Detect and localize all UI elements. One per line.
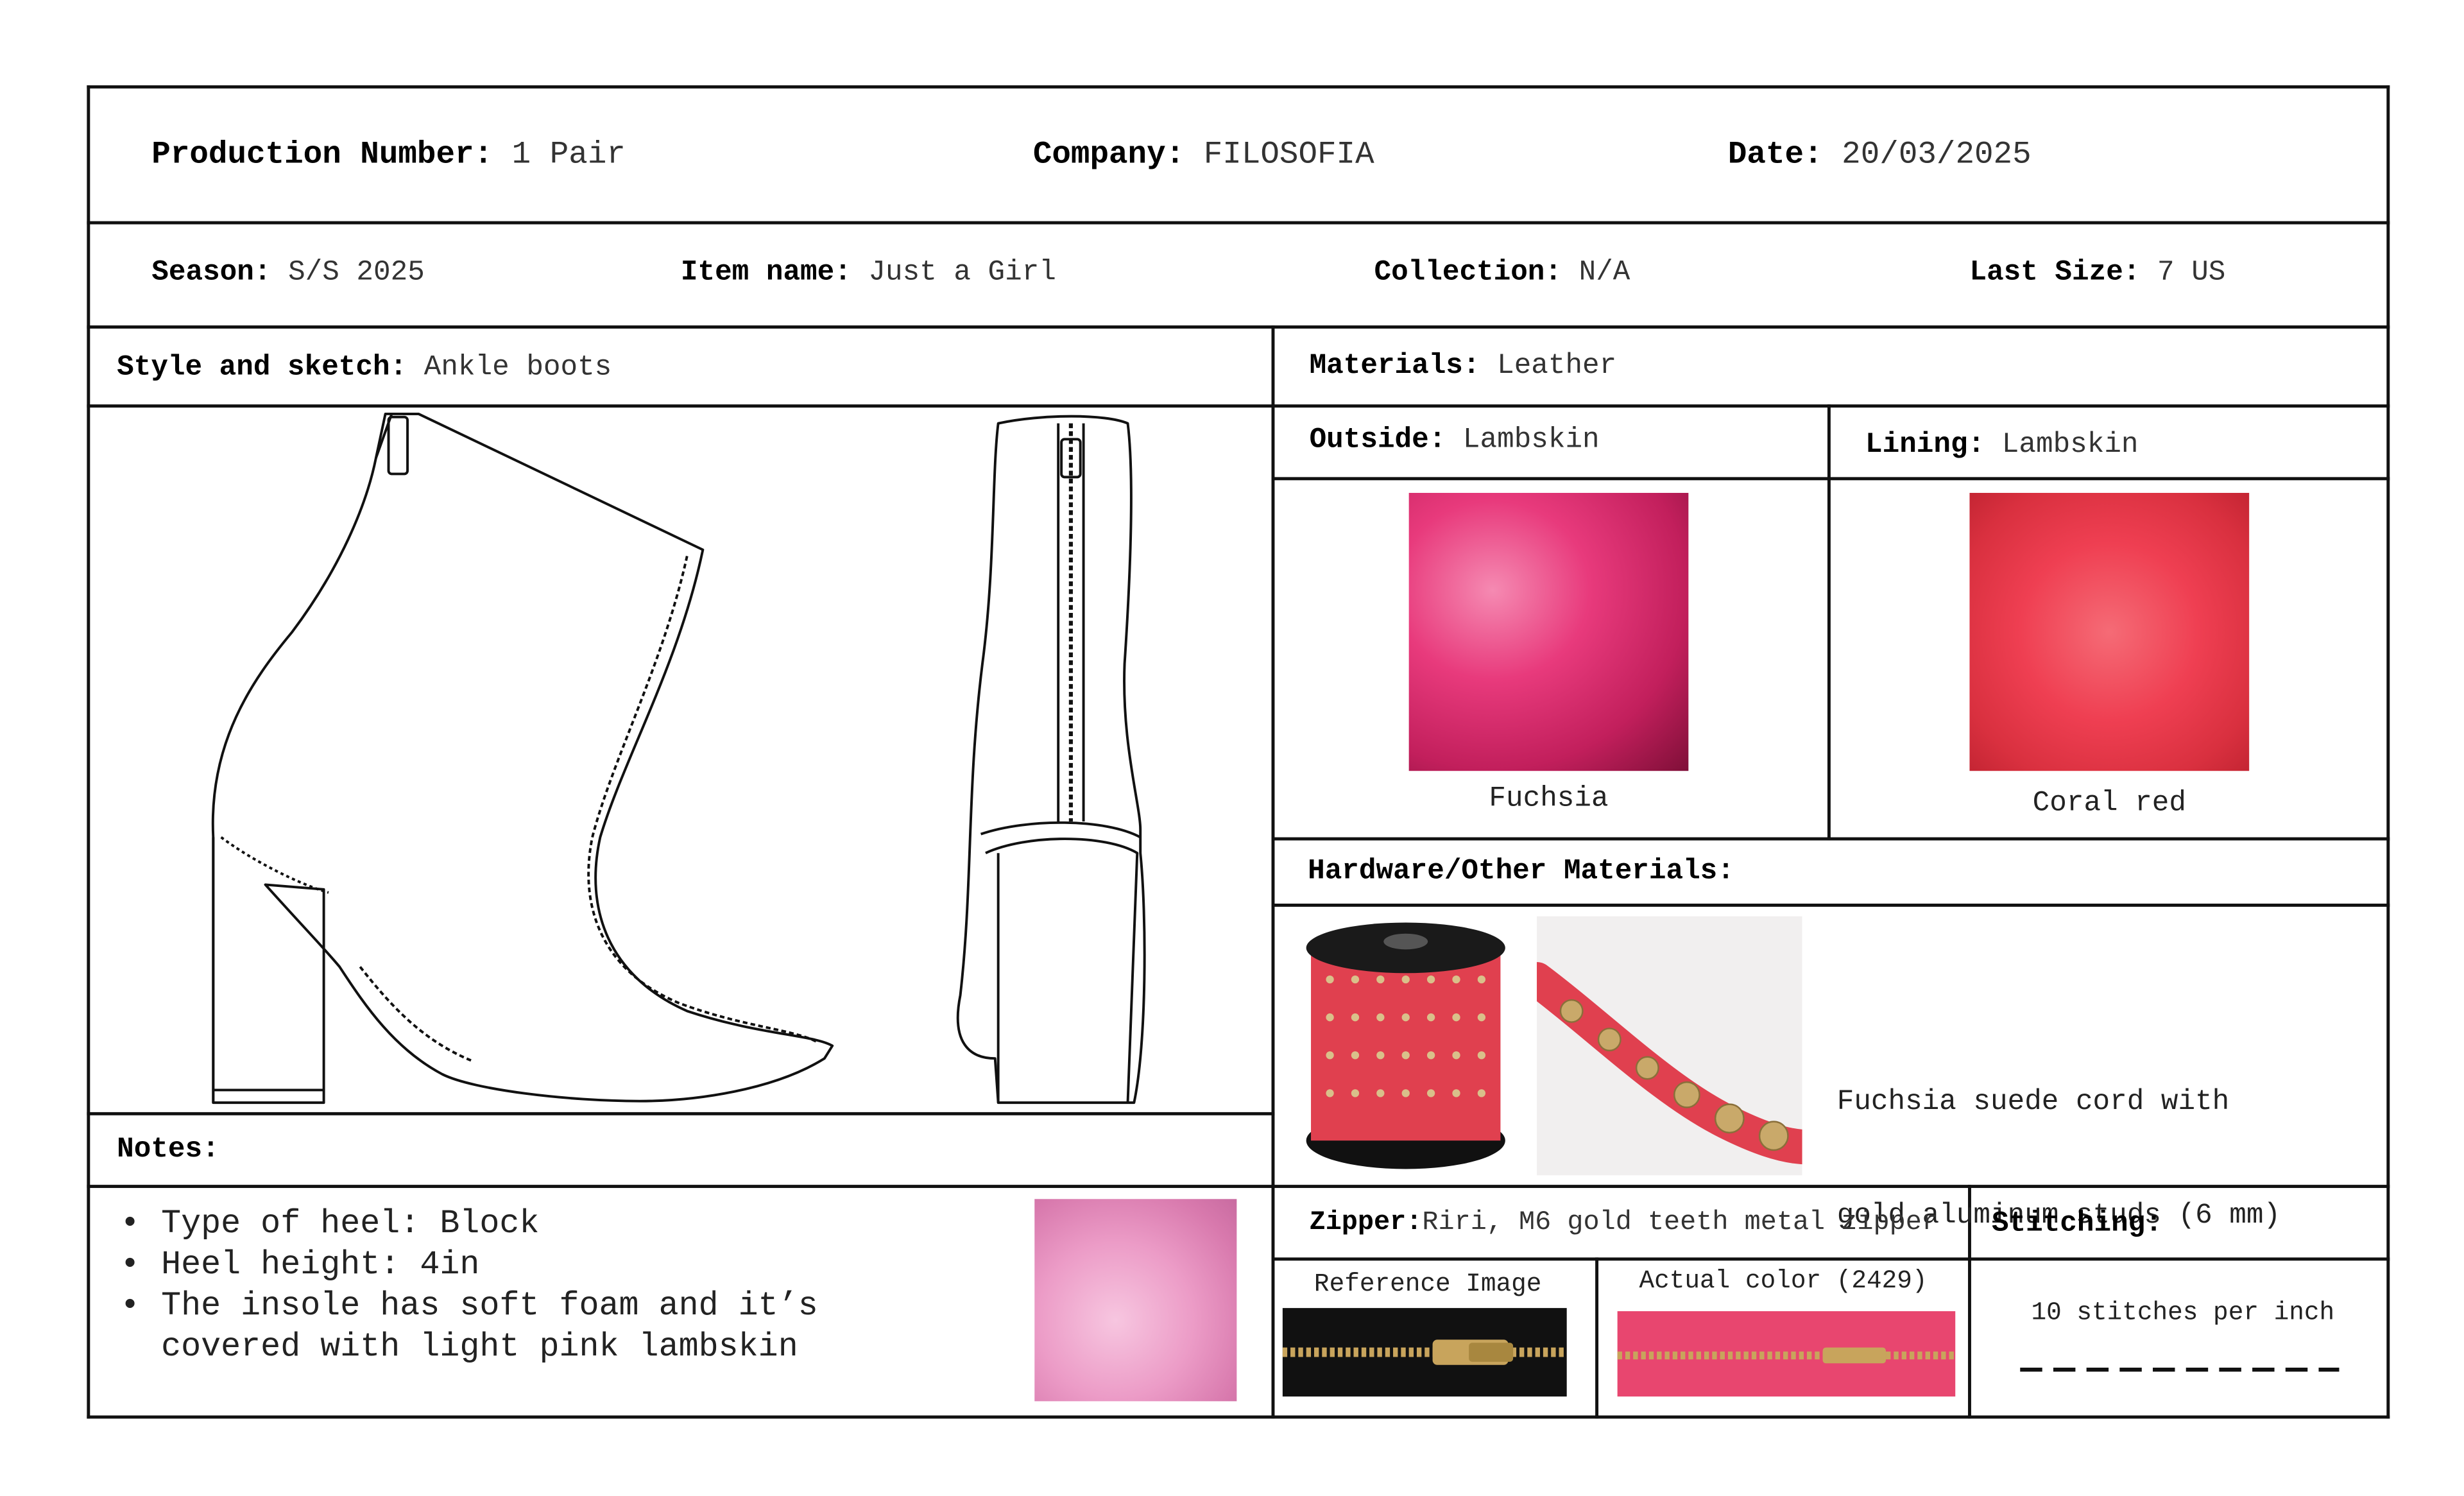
company-label: Company: xyxy=(1032,137,1185,174)
materials-value: Leather xyxy=(1497,350,1617,383)
border-right xyxy=(2386,85,2390,1419)
item-name-field: Item name: Just a Girl xyxy=(681,259,1056,288)
divider-hardware-label xyxy=(1271,903,2390,907)
stitching-value: 10 stitches per inch xyxy=(2031,1298,2335,1327)
outside-value: Lambskin xyxy=(1462,425,1600,457)
studded-cord-spool-image xyxy=(1306,922,1505,1169)
boot-sketch xyxy=(211,412,1146,1105)
note-heel-height: Heel height: 4in xyxy=(117,1246,818,1287)
last-size-label: Last Size: xyxy=(1969,257,2141,289)
divider-header xyxy=(87,221,2390,225)
lining-value: Lambskin xyxy=(2001,429,2139,461)
lining-leather-swatch xyxy=(1969,492,2250,771)
note-insole: The insole has soft foam and it’s covere… xyxy=(117,1287,818,1370)
item-name-label: Item name: xyxy=(680,257,851,289)
company-field: Company: FILOSOFIA xyxy=(1033,140,1374,172)
hardware-description: Fuchsia suede cord with gold aluminum st… xyxy=(1837,1008,2280,1311)
notes-list: Type of heel: Block Heel height: 4in The… xyxy=(117,1205,818,1370)
zipper-actual-color-image xyxy=(1617,1311,1956,1397)
note-heel-type: Type of heel: Block xyxy=(117,1205,818,1246)
date-value: 20/03/2025 xyxy=(1842,137,2032,174)
last-size-field: Last Size: 7 US xyxy=(1969,259,2225,288)
divider-zipper-images xyxy=(1595,1257,1599,1419)
border-top xyxy=(87,85,2390,89)
zipper-field: Zipper:Riri, M6 gold teeth metal zipper xyxy=(1310,1210,1938,1237)
outside-leather-swatch xyxy=(1408,492,1689,771)
production-number-value: 1 Pair xyxy=(511,137,626,174)
divider-row2 xyxy=(87,325,2390,329)
outside-field: Outside: Lambskin xyxy=(1310,427,1600,455)
outside-label: Outside: xyxy=(1309,425,1446,457)
divider-main-vertical xyxy=(1271,325,1275,1419)
materials-label: Materials: xyxy=(1309,350,1480,383)
last-size-value: 7 US xyxy=(2157,257,2226,289)
hardware-label: Hardware/Other Materials: xyxy=(1308,856,1734,888)
studded-cord-closeup-image xyxy=(1537,916,1802,1176)
lining-label: Lining: xyxy=(1865,429,1985,461)
divider-outside-lining xyxy=(1827,404,1831,841)
notes-label: Notes: xyxy=(117,1134,219,1166)
hardware-description-line1: Fuchsia suede cord with xyxy=(1836,1087,2230,1119)
zipper-actual-caption: Actual color (2429) xyxy=(1639,1267,1928,1296)
company-value: FILOSOFIA xyxy=(1203,137,1374,174)
tech-pack-sheet: Production Number: 1 Pair Company: FILOS… xyxy=(0,0,2464,1496)
season-field: Season: S/S 2025 xyxy=(151,259,424,288)
outside-color-caption: Fuchsia xyxy=(1489,783,1609,816)
production-number-field: Production Number: 1 Pair xyxy=(151,140,626,172)
collection-value: N/A xyxy=(1579,257,1630,289)
production-number-label: Production Number: xyxy=(151,137,493,174)
zipper-label: Zipper: xyxy=(1309,1208,1423,1239)
boot-side-view-outline xyxy=(211,412,834,1105)
date-label: Date: xyxy=(1727,137,1823,174)
zipper-value: Riri, M6 gold teeth metal zipper xyxy=(1422,1208,1938,1239)
item-name-value: Just a Girl xyxy=(868,257,1056,289)
season-value: S/S 2025 xyxy=(288,257,425,289)
zipper-reference-caption: Reference Image xyxy=(1313,1270,1542,1299)
style-value: Ankle boots xyxy=(424,352,612,384)
divider-hardware-top xyxy=(1271,837,2390,841)
materials-field: Materials: Leather xyxy=(1310,352,1617,381)
border-bottom xyxy=(87,1415,2390,1419)
date-field: Date: 20/03/2025 xyxy=(1728,140,2032,172)
zipper-reference-image xyxy=(1282,1308,1567,1397)
stitching-label: Stitching: xyxy=(1991,1208,2162,1241)
lining-color-caption: Coral red xyxy=(2032,788,2186,820)
collection-label: Collection: xyxy=(1374,257,1562,289)
style-field: Style and sketch: Ankle boots xyxy=(117,354,612,382)
divider-notes-label xyxy=(87,1185,1275,1189)
divider-sketch-bottom xyxy=(87,1112,1275,1115)
style-label: Style and sketch: xyxy=(117,352,407,384)
stitching-line-diagram xyxy=(2020,1368,2340,1372)
collection-field: Collection: N/A xyxy=(1374,259,1630,288)
boot-back-view-outline xyxy=(956,415,1146,1105)
lining-field: Lining: Lambskin xyxy=(1865,431,2138,460)
season-label: Season: xyxy=(151,257,271,289)
insole-lambskin-swatch xyxy=(1034,1199,1237,1402)
